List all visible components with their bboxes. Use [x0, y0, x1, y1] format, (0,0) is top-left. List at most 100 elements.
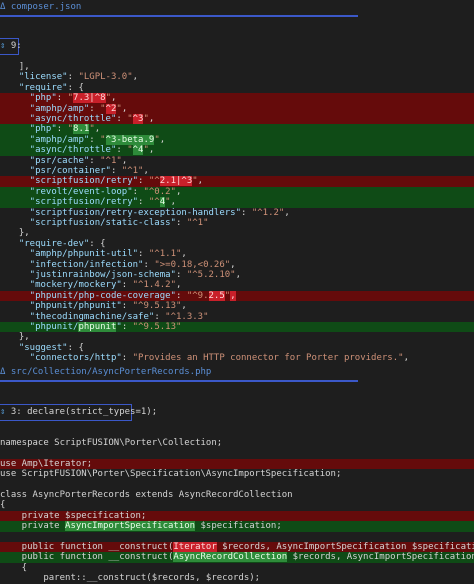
code-token: ,: [176, 280, 182, 291]
added-highlight: AsyncImportSpecification: [65, 521, 196, 532]
code-token: $specification;: [195, 521, 282, 532]
hunk-label: 3: declare(strict_types=1);: [10, 407, 158, 417]
code-token: :: [154, 311, 166, 322]
deleted-highlight: ^3: [132, 114, 144, 124]
line-code: ],: [0, 62, 30, 72]
diff-line-context: "suggest": {: [0, 343, 474, 353]
code-token: :: [110, 166, 122, 176]
diff-line-context: [0, 480, 474, 490]
code-token: "require": [8, 82, 68, 93]
hunk-header[interactable]: ⇕ 9:: [0, 38, 22, 55]
code-token: :: [121, 301, 133, 312]
line-code: "php": "8.1",: [0, 124, 100, 135]
diff-file-icon: Δ: [0, 2, 6, 12]
code-token: ,: [235, 270, 242, 280]
code-token: "psr/cache": [8, 155, 90, 166]
diff-line-added: "php": "8.1",: [0, 124, 474, 135]
line-code: "amphp/phpunit-util": "^1.1",: [0, 249, 187, 259]
code-token: ,: [403, 353, 409, 364]
deleted-highlight: Iterator: [173, 542, 217, 552]
code-token: "phpunit/: [8, 322, 79, 332]
line-code: private AsyncImportSpecification $specif…: [0, 521, 282, 532]
diff-line-context: "require-dev": {: [0, 239, 474, 249]
diff-line-context: [0, 448, 474, 458]
code-token: "^1.3.3": [165, 311, 209, 322]
hunk-header[interactable]: ⇕ 3: declare(strict_types=1);: [0, 404, 157, 421]
code-token: "scriptfusion/retry-exception-handlers": [8, 207, 241, 218]
diff-line-context: "require": {: [0, 83, 474, 93]
line-code: "infection/infection": ">=0.18,<0.26",: [0, 260, 236, 270]
code-token: ,: [175, 186, 182, 197]
code-token: ,: [284, 207, 290, 218]
line-code: use ScriptFUSION\Porter\Specification\As…: [0, 469, 341, 479]
code-token: :: [241, 207, 252, 218]
diff-line-context: {: [0, 500, 474, 510]
code-token: "scriptfusion/static-class": [8, 218, 176, 228]
code-token: ,: [181, 301, 187, 312]
code-token: ">=0.18,<0.26": [154, 259, 231, 270]
line-code: "phpunit/phpunit": "^9.5.13": [0, 322, 181, 332]
hunk-expand-icon: ⇕: [0, 407, 6, 417]
diff-line-deleted: "async/throttle": "^3",: [0, 114, 474, 125]
code-token: "php": [8, 124, 57, 135]
line-code: public function __construct(Iterator $re…: [0, 542, 474, 552]
code-token: "require-dev": [8, 238, 90, 249]
deleted-highlight: 2.5: [208, 290, 225, 301]
code-token: },: [8, 228, 30, 239]
file-header-composer[interactable]: Δ composer.json: [0, 0, 358, 17]
code-token: use Amp\Iterator;: [0, 458, 93, 469]
line-code: "license": "LGPL-3.0",: [0, 72, 138, 82]
line-code: "mockery/mockery": "^1.4.2",: [0, 280, 182, 291]
code-token: parent::__construct($records, $records);: [0, 573, 261, 584]
code-token: :: [121, 353, 133, 364]
code-token: "phpunit/php-code-coverage": [8, 290, 176, 301]
diff-line-context: "thecodingmachine/safe": "^1.3.3": [0, 312, 474, 322]
code-token: private $specification;: [0, 510, 147, 521]
diff-line-deleted: private $specification;: [0, 510, 474, 522]
diff-line-context: "psr/cache": "^1",: [0, 156, 474, 166]
diff-line-deleted: public function __construct(Iterator $re…: [0, 542, 474, 553]
hunk-label: 9:: [10, 41, 22, 51]
code-token: "amphp/phpunit-util": [8, 249, 139, 260]
diff-line-added: "amphp/amp": "^3-beta.9",: [0, 134, 474, 146]
code-token: "async/throttle": [8, 114, 117, 124]
diff-line-context: "scriptfusion/retry-exception-handlers":…: [0, 208, 474, 218]
code-token: "^: [148, 176, 160, 187]
diff-line-context: [0, 532, 474, 542]
diff-line-context: {: [0, 563, 474, 573]
code-token: "amphp/amp": [8, 103, 90, 114]
code-token: "^9.: [186, 290, 209, 301]
code-token: ": [100, 103, 106, 114]
diff-file-icon: Δ: [0, 367, 6, 377]
file-name: composer.json: [10, 2, 82, 12]
hunk-expand-icon: ⇕: [0, 41, 6, 51]
line-code: "require-dev": {: [0, 239, 106, 249]
line-code: class AsyncPorterRecords extends AsyncRe…: [0, 490, 293, 500]
line-code: "phpunit/php-code-coverage": "^9.2.5",: [0, 290, 236, 301]
code-token: "thecodingmachine/safe": [8, 311, 155, 322]
line-code: "scriptfusion/retry": "^2.1|^3",: [0, 176, 203, 187]
code-token: :: [89, 103, 101, 114]
diff-line-context: ],: [0, 62, 474, 72]
line-code: "require": {: [0, 83, 84, 93]
code-token: "phpunit/phpunit": [8, 301, 122, 312]
file-header-asyncporterrecords[interactable]: Δ src/Collection/AsyncPorterRecords.php: [0, 365, 358, 382]
line-code: "suggest": {: [0, 343, 84, 353]
code-token: "^1.4.2": [132, 280, 176, 291]
code-token: "async/throttle": [8, 145, 117, 156]
line-code: "async/throttle": "^4",: [0, 145, 154, 156]
code-token: :: [138, 197, 149, 208]
code-token: :: [132, 186, 144, 197]
code-token: use ScriptFUSION\Porter\Specification\As…: [0, 469, 342, 480]
code-token: : {: [67, 342, 84, 353]
line-code: {: [0, 500, 5, 510]
code-token: ,: [110, 93, 117, 104]
code-token: :: [89, 134, 101, 145]
diff-line-added: "scriptfusion/retry": "^4",: [0, 197, 474, 208]
code-token: :: [56, 93, 68, 104]
code-token: :: [116, 145, 128, 156]
code-token: "infection/infection": [8, 259, 144, 270]
code-token: ": [127, 114, 133, 124]
added-highlight: phpunit: [78, 322, 117, 332]
code-token: "^0.2": [143, 186, 176, 197]
